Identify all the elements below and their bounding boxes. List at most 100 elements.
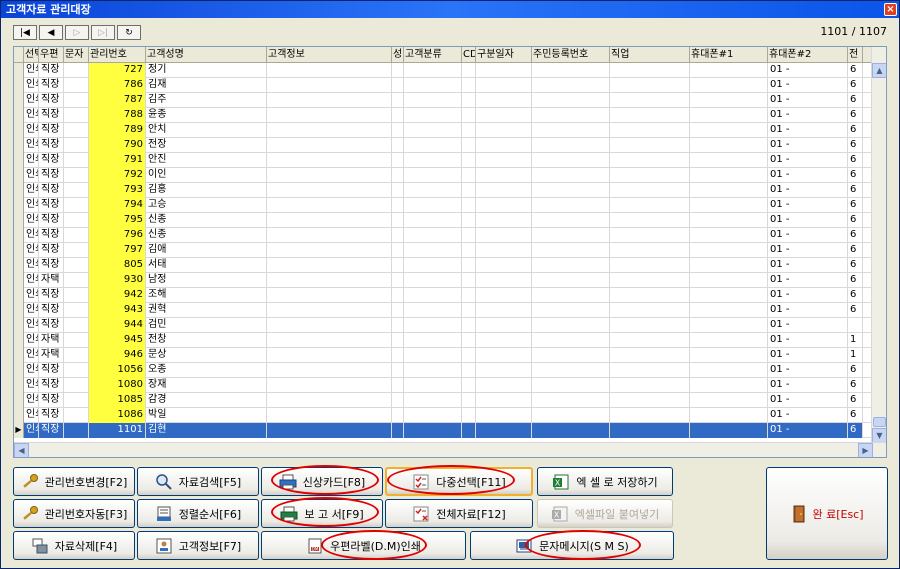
grid-cell[interactable]: 6 <box>848 243 863 258</box>
horizontal-scrollbar[interactable]: ◀ ▶ <box>14 442 886 457</box>
grid-cell[interactable]: 6 <box>848 153 863 168</box>
row-indicator[interactable] <box>14 363 24 378</box>
grid-cell[interactable]: 인쇄 <box>24 183 39 198</box>
grid-cell[interactable] <box>690 258 768 273</box>
row-indicator[interactable] <box>14 213 24 228</box>
customer-info-button[interactable]: 고객정보[F7] <box>137 531 259 560</box>
grid-cell[interactable]: 직장 <box>39 423 64 438</box>
grid-cell[interactable] <box>690 318 768 333</box>
grid-cell[interactable]: 인쇄 <box>24 303 39 318</box>
row-indicator[interactable] <box>14 63 24 78</box>
grid-cell[interactable]: 직장 <box>39 213 64 228</box>
grid-cell[interactable]: 791 <box>89 153 146 168</box>
grid-cell[interactable]: 직장 <box>39 198 64 213</box>
grid-cell[interactable]: 787 <box>89 93 146 108</box>
grid-cell[interactable]: 01 - <box>768 303 848 318</box>
grid-cell[interactable] <box>392 408 404 423</box>
done-button[interactable]: 완 료[Esc] <box>766 467 888 560</box>
grid-cell[interactable]: 6 <box>848 93 863 108</box>
grid-cell[interactable] <box>532 288 610 303</box>
grid-cell[interactable]: 6 <box>848 78 863 93</box>
grid-cell[interactable] <box>690 408 768 423</box>
grid-cell[interactable] <box>690 198 768 213</box>
grid-cell[interactable]: 944 <box>89 318 146 333</box>
grid-cell[interactable]: 인쇄 <box>24 228 39 243</box>
grid-cell[interactable] <box>532 303 610 318</box>
grid-cell[interactable] <box>532 153 610 168</box>
grid-cell[interactable] <box>267 348 392 363</box>
column-header[interactable]: 고객성명 <box>146 47 267 63</box>
grid-cell[interactable] <box>610 93 690 108</box>
grid-cell[interactable] <box>267 93 392 108</box>
grid-cell[interactable] <box>610 318 690 333</box>
table-row[interactable]: 인쇄직장 943권혁 01 -6 <box>14 303 872 318</box>
grid-cell[interactable] <box>476 408 532 423</box>
grid-cell[interactable]: 930 <box>89 273 146 288</box>
grid-cell[interactable] <box>64 198 89 213</box>
grid-cell[interactable] <box>610 138 690 153</box>
row-indicator[interactable] <box>14 303 24 318</box>
grid-cell[interactable]: 인쇄 <box>24 243 39 258</box>
grid-cell[interactable] <box>532 198 610 213</box>
grid-cell[interactable] <box>267 258 392 273</box>
grid-cell[interactable]: 직장 <box>39 138 64 153</box>
grid-cell[interactable]: 인쇄 <box>24 333 39 348</box>
grid-cell[interactable] <box>532 63 610 78</box>
grid-cell[interactable]: 01 - <box>768 138 848 153</box>
grid-cell[interactable] <box>532 423 610 438</box>
grid-cell[interactable]: 김애 <box>146 243 267 258</box>
first-record-button[interactable]: |◀ <box>13 25 37 40</box>
grid-cell[interactable] <box>610 303 690 318</box>
grid-cell[interactable] <box>462 243 476 258</box>
grid-cell[interactable] <box>532 318 610 333</box>
grid-cell[interactable] <box>64 258 89 273</box>
table-row[interactable]: 인쇄직장 797김애 01 -6 <box>14 243 872 258</box>
table-row[interactable]: 인쇄직장 944검민 01 - <box>14 318 872 333</box>
column-header[interactable]: 전 <box>848 47 863 63</box>
grid-cell[interactable]: 인쇄 <box>24 423 39 438</box>
grid-cell[interactable] <box>690 288 768 303</box>
grid-cell[interactable]: 797 <box>89 243 146 258</box>
prev-record-button[interactable]: ◀ <box>39 25 63 40</box>
grid-cell[interactable]: 786 <box>89 78 146 93</box>
grid-cell[interactable] <box>64 78 89 93</box>
grid-cell[interactable] <box>64 393 89 408</box>
grid-cell[interactable] <box>690 348 768 363</box>
grid-cell[interactable]: 김재 <box>146 78 267 93</box>
grid-cell[interactable]: 6 <box>848 288 863 303</box>
grid-cell[interactable] <box>462 228 476 243</box>
grid-cell[interactable] <box>610 378 690 393</box>
grid-cell[interactable]: 01 - <box>768 348 848 363</box>
report-button[interactable]: 보 고 서[F9] <box>261 499 383 528</box>
grid-cell[interactable] <box>462 288 476 303</box>
grid-cell[interactable] <box>690 63 768 78</box>
grid-cell[interactable]: 직장 <box>39 93 64 108</box>
grid-cell[interactable] <box>690 168 768 183</box>
grid-cell[interactable]: 794 <box>89 198 146 213</box>
grid-cell[interactable] <box>610 78 690 93</box>
grid-cell[interactable] <box>64 138 89 153</box>
grid-cell[interactable]: 직장 <box>39 63 64 78</box>
grid-cell[interactable] <box>610 348 690 363</box>
grid-cell[interactable]: 01 - <box>768 408 848 423</box>
grid-cell[interactable]: 인쇄 <box>24 198 39 213</box>
grid-cell[interactable] <box>462 258 476 273</box>
grid-cell[interactable] <box>392 168 404 183</box>
grid-cell[interactable]: 직장 <box>39 363 64 378</box>
row-indicator[interactable] <box>14 288 24 303</box>
row-indicator[interactable] <box>14 318 24 333</box>
grid-cell[interactable]: 01 - <box>768 318 848 333</box>
grid-cell[interactable] <box>476 213 532 228</box>
grid-cell[interactable] <box>610 183 690 198</box>
grid-cell[interactable]: 01 - <box>768 93 848 108</box>
grid-cell[interactable] <box>690 108 768 123</box>
grid-cell[interactable]: 789 <box>89 123 146 138</box>
table-row[interactable]: 인쇄직장 1056오종 01 -6 <box>14 363 872 378</box>
grid-cell[interactable] <box>476 168 532 183</box>
change-number-button[interactable]: 관리번호변경[F2] <box>13 467 135 496</box>
grid-cell[interactable] <box>267 303 392 318</box>
grid-cell[interactable]: 직장 <box>39 303 64 318</box>
row-indicator[interactable] <box>14 333 24 348</box>
grid-cell[interactable] <box>392 318 404 333</box>
grid-cell[interactable] <box>532 333 610 348</box>
